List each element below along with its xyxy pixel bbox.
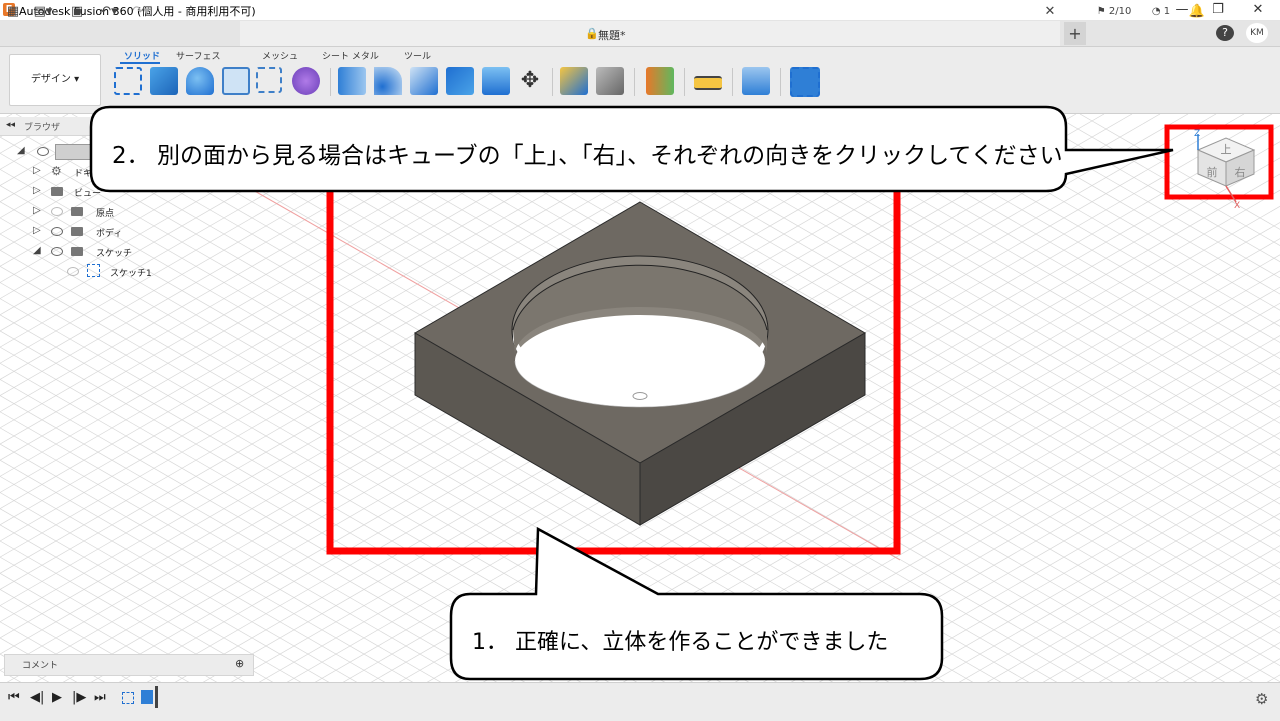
expand-icon[interactable]: ▷ [33,185,41,196]
add-comment-icon[interactable]: ⊕ [235,657,244,670]
eye-icon[interactable] [37,147,49,156]
settings-gear-icon[interactable]: ⚙ [1255,690,1268,708]
timeline-extrude-feature[interactable] [141,690,153,704]
close-window-button[interactable]: ✕ [1240,0,1276,20]
expand-root-icon[interactable]: ◢ [17,145,25,156]
viewcube-front-face: 前 [1207,165,1218,179]
go-to-start-icon[interactable]: ⏮ [8,690,20,705]
callout-step2-text: 2． 別の面から見る場合はキューブの「上」、「右」、それぞれの向きをクリックして… [112,143,1063,169]
shell-icon[interactable] [222,67,250,95]
x-axis-label: X [1234,201,1240,211]
save-icon[interactable]: ▣ [68,3,86,21]
eye-icon[interactable] [51,227,63,236]
expand-icon[interactable]: ▷ [33,225,41,236]
create-form-icon[interactable] [292,67,320,95]
extrude-icon[interactable] [150,67,178,95]
timeline-sketch-feature[interactable] [122,692,134,704]
collapse-icon[interactable]: ◢ [33,245,41,256]
folder-icon [71,207,83,216]
move-copy-icon[interactable]: ✥ [516,67,544,95]
tab-tools[interactable]: ツール [404,49,431,62]
viewcube-top-face: 上 [1221,143,1232,156]
callout-step1 [449,526,944,681]
construct-plane-icon[interactable] [646,67,674,95]
step-back-icon[interactable]: ◀| [30,690,44,705]
folder-icon [71,247,83,256]
split-body-icon[interactable] [482,67,510,95]
folder-icon [51,187,63,196]
measure-icon[interactable] [694,76,722,90]
viewcube[interactable]: 上 前 右 [1196,137,1256,187]
toolbar-separator [780,68,781,96]
toolbar-separator [684,68,685,96]
collapse-panel-icon[interactable]: ◂◂ [6,120,15,130]
go-to-end-icon[interactable]: ⏭ [94,690,106,705]
insert-image-icon[interactable] [742,67,770,95]
eye-hidden-icon[interactable] [51,207,63,216]
tab-solid[interactable]: ソリッド [124,49,160,62]
browser-item-sketch1[interactable]: スケッチ1 [110,266,152,279]
fillet-icon[interactable] [374,67,402,95]
timeline-marker[interactable] [155,686,158,708]
workspace-switcher[interactable]: デザイン ▾ [9,54,101,106]
expand-icon[interactable]: ▷ [33,205,41,216]
browser-item-bodies[interactable]: ボディ [96,226,122,239]
toolbar-separator [552,68,553,96]
viewcube-area: 上 前 右 Z X [1164,124,1274,211]
tab-mesh[interactable]: メッシュ [262,49,298,62]
step-forward-icon[interactable]: |▶ [72,690,86,705]
job-status-button[interactable]: ⚑ 2/10 [1094,3,1134,21]
new-component-icon[interactable] [560,67,588,95]
document-tab[interactable] [240,21,1060,46]
folder-icon [71,227,83,236]
sketch-icon [87,264,100,277]
document-title: 無題* [598,29,626,42]
expand-icon[interactable]: ▷ [33,165,41,176]
chamfer-icon[interactable] [410,67,438,95]
toolbar-separator [634,68,635,96]
file-menu-icon[interactable]: ▤▾ [30,3,56,21]
solid-body-model [414,201,866,526]
pattern-icon[interactable] [256,67,282,93]
browser-item-sketches[interactable]: スケッチ [96,246,132,259]
comment-title: コメント [22,661,59,671]
z-axis-label: Z [1194,129,1200,139]
viewcube-right-face: 右 [1235,165,1246,179]
eye-hidden-icon[interactable] [67,267,79,276]
tab-surface[interactable]: サーフェス [176,49,220,62]
x-axis-line [1225,185,1237,203]
select-icon[interactable] [790,67,820,97]
tab-sheet-metal[interactable]: シート メタル [322,49,379,62]
close-tab-button[interactable]: ✕ [1042,3,1058,21]
undo-icon[interactable]: ↶▾ [96,3,122,21]
bell-icon[interactable]: 🔔 [1188,3,1206,21]
eye-icon[interactable] [51,247,63,256]
user-avatar[interactable]: KM [1246,23,1268,43]
press-pull-icon[interactable] [338,67,366,95]
job-count: 2/10 [1108,6,1132,17]
lock-icon: 🔒 [585,27,599,40]
notification-count: 1 [1163,6,1171,17]
gear-icon: ⚙ [51,164,62,178]
redo-icon[interactable]: ↷▾ [128,3,154,21]
timeline-bar [0,682,1280,721]
browser-title: ブラウザ [24,123,61,133]
data-panel-grid-icon[interactable]: ▦ [4,3,22,21]
revolve-icon[interactable] [186,67,214,95]
create-sketch-icon[interactable] [114,67,142,95]
joint-icon[interactable] [596,67,624,95]
model-hole-opening [515,315,765,407]
active-tab-indicator [120,62,160,64]
clock-icon[interactable]: ◔ 1 [1148,3,1174,21]
help-icon[interactable]: ? [1216,25,1234,41]
callout-step1-text: 1． 正確に、立体を作ることができました [472,630,889,655]
play-icon[interactable]: ▶ [52,690,62,705]
toolbar-separator [330,68,331,96]
browser-item-origin[interactable]: 原点 [96,206,114,219]
combine-icon[interactable] [446,67,474,95]
toolbar-separator [732,68,733,96]
new-tab-button[interactable]: + [1064,22,1086,45]
